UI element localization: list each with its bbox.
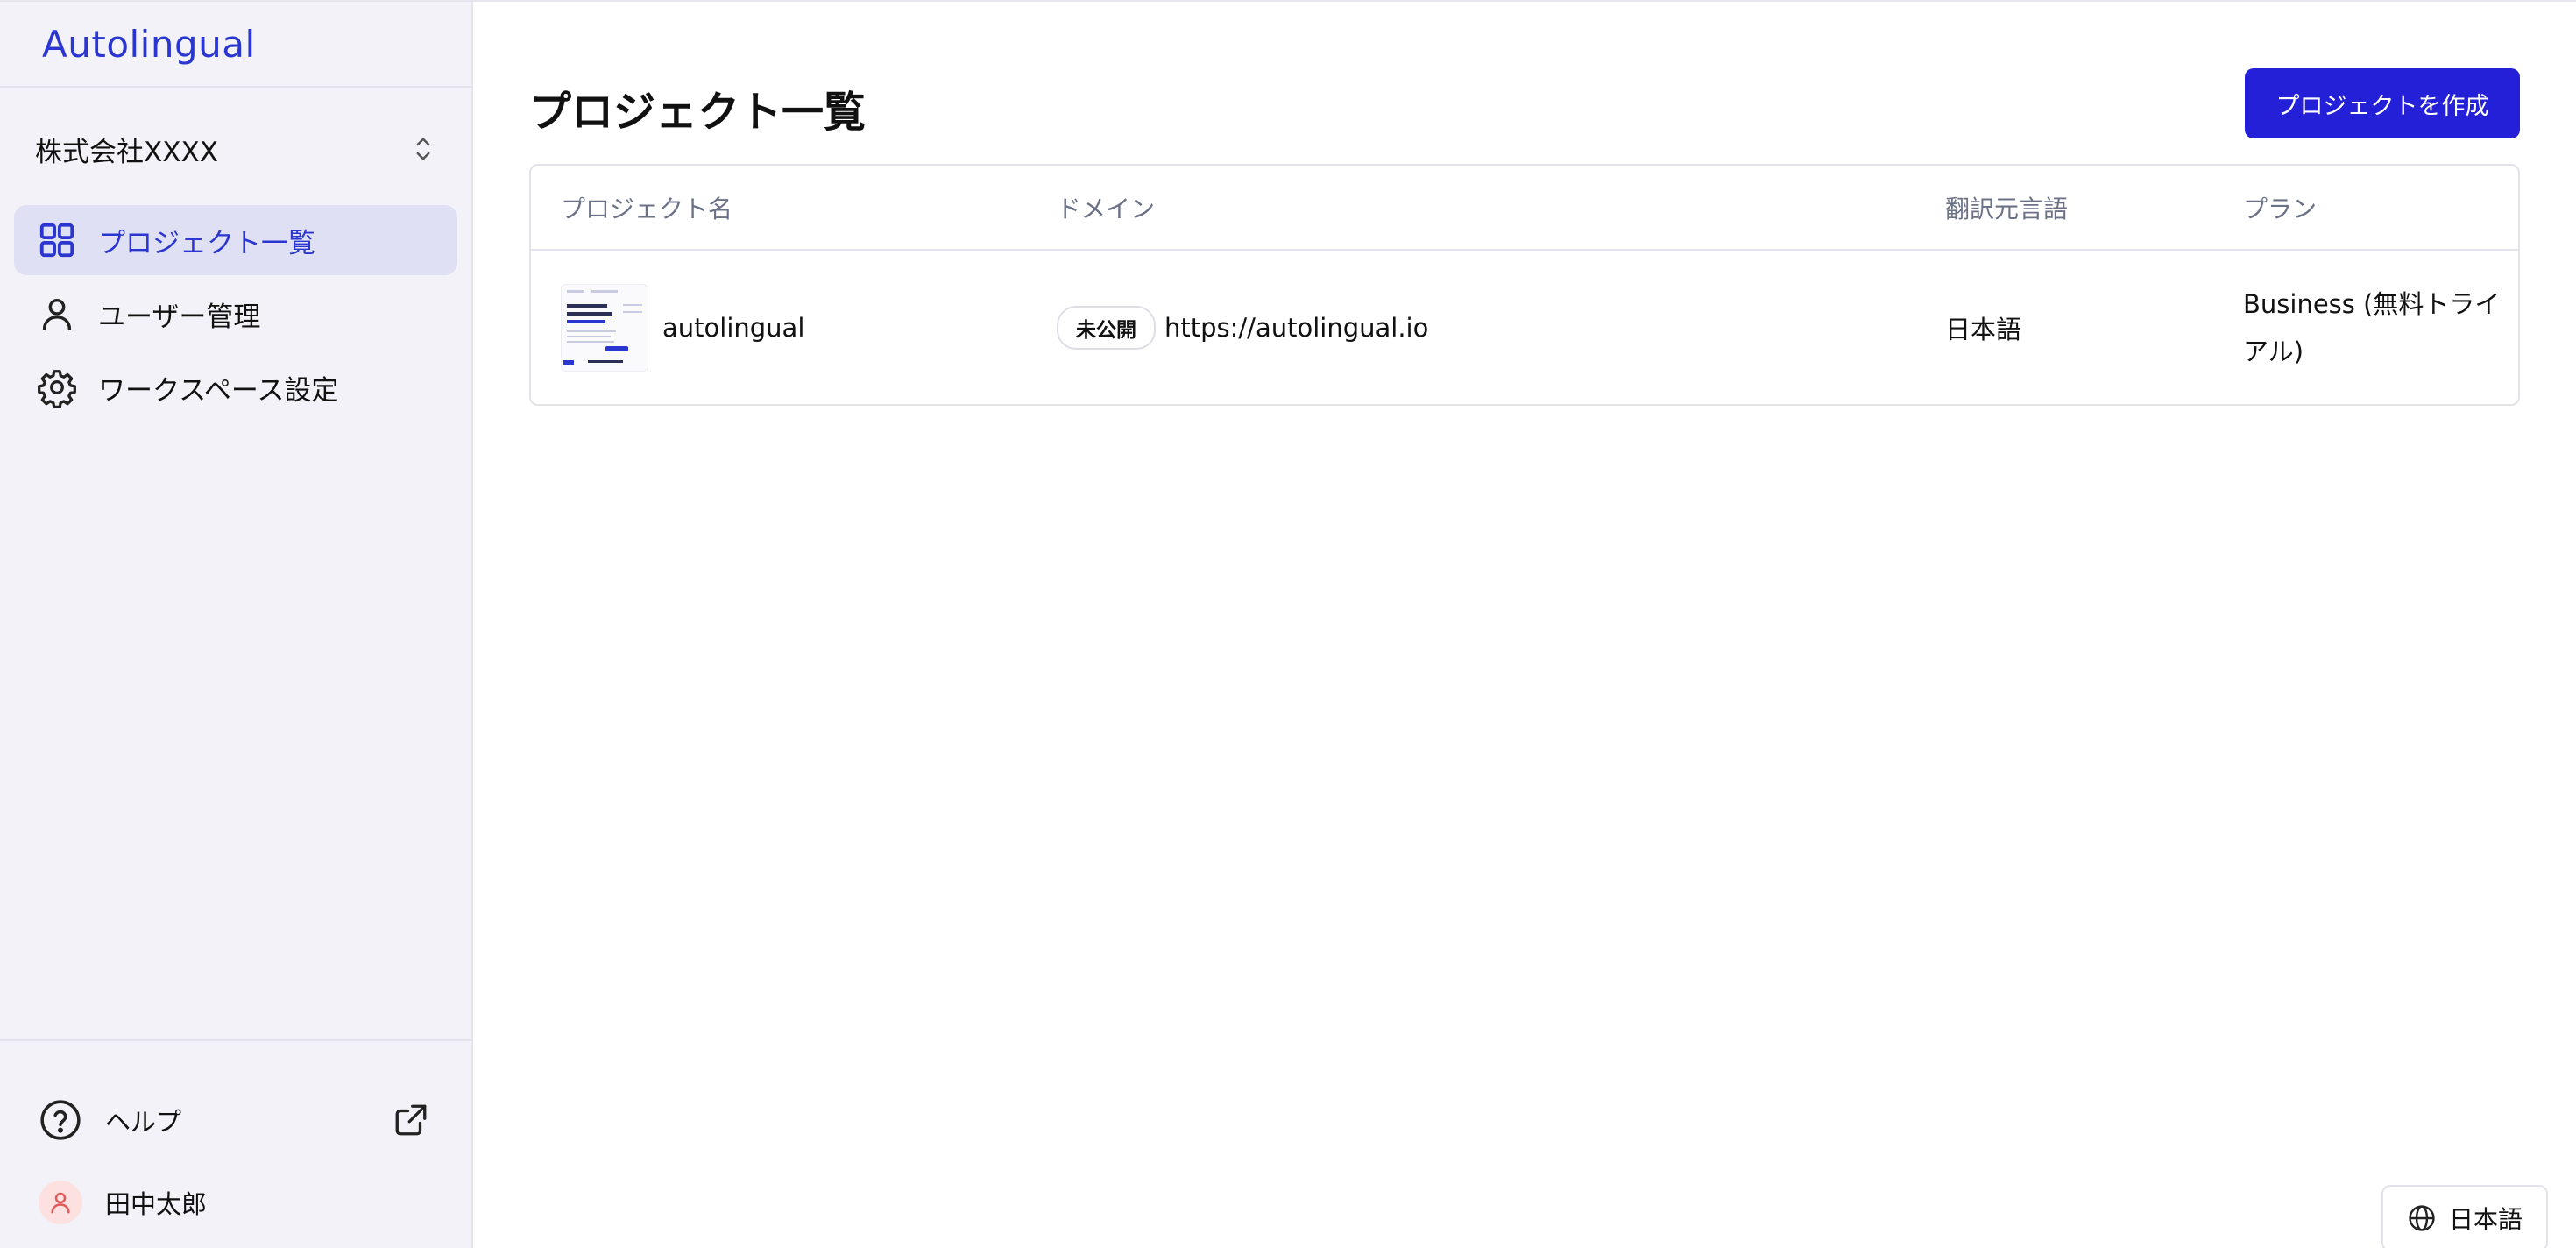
question-circle-icon — [40, 1100, 81, 1140]
app-window: Autolingual 株式会社XXXX プロジェクト一覧 ユーザー管理 ワーク… — [0, 0, 2576, 1248]
sidebar-item-workspace-settings[interactable]: ワークスペース設定 — [14, 352, 457, 422]
avatar — [39, 1181, 82, 1224]
sidebar-footer: ヘルプ 田中太郎 — [0, 1039, 471, 1248]
sidebar-item-projects[interactable]: プロジェクト一覧 — [14, 205, 457, 275]
help-link[interactable]: ヘルプ — [39, 1094, 429, 1146]
main-content: プロジェクト一覧 プロジェクトを作成 プロジェクト名 ドメイン 翻訳元言語 プラ… — [473, 2, 2576, 1248]
workspace-name: 株式会社XXXX — [35, 136, 218, 168]
page-title: プロジェクト一覧 — [529, 88, 867, 137]
domain-cell-content: 未公開 https://autolingual.io — [1057, 305, 1914, 350]
gear-icon — [38, 370, 76, 408]
source-language-cell: 日本語 — [1945, 314, 2022, 344]
language-switcher[interactable]: 日本語 — [2381, 1185, 2548, 1248]
column-header-project-name: プロジェクト名 — [561, 194, 733, 223]
sidebar-item-label: ワークスペース設定 — [98, 374, 339, 407]
project-name-cell: autolingual — [531, 250, 1027, 404]
sidebar: Autolingual 株式会社XXXX プロジェクト一覧 ユーザー管理 ワーク… — [0, 2, 473, 1248]
brand-logo[interactable]: Autolingual — [42, 23, 256, 66]
create-project-button[interactable]: プロジェクトを作成 — [2245, 68, 2520, 138]
plan-cell: Business (無料トライアル) — [2213, 250, 2518, 404]
column-header-source-language: 翻訳元言語 — [1945, 194, 2069, 223]
plan-text: Business (無料トライアル) — [2243, 288, 2501, 366]
chevron-up-down-icon — [416, 138, 430, 160]
language-label: 日本語 — [2448, 1205, 2523, 1234]
external-link-icon[interactable] — [393, 1102, 429, 1138]
domain-url: https://autolingual.io — [1164, 312, 1429, 343]
user-name: 田中太郎 — [105, 1189, 208, 1219]
grid-icon — [39, 223, 74, 258]
sidebar-item-users[interactable]: ユーザー管理 — [14, 279, 457, 349]
table-row[interactable]: autolingual 未公開 https://autolingual.io 日… — [531, 250, 2518, 404]
workspace-switcher[interactable]: 株式会社XXXX — [0, 105, 471, 193]
sidebar-item-label: プロジェクト一覧 — [98, 227, 315, 259]
project-name[interactable]: autolingual — [662, 313, 804, 343]
user-icon — [42, 298, 72, 330]
status-badge: 未公開 — [1057, 305, 1156, 350]
sidebar-item-label: ユーザー管理 — [98, 301, 261, 333]
user-icon — [51, 1192, 70, 1214]
column-header-plan: プラン — [2243, 194, 2318, 223]
projects-table: プロジェクト名 ドメイン 翻訳元言語 プラン autolingual 未公開 h… — [529, 164, 2520, 406]
project-cell: autolingual — [561, 283, 1026, 372]
project-thumbnail — [561, 283, 648, 372]
column-header-domain: ドメイン — [1057, 194, 1156, 223]
help-label: ヘルプ — [105, 1107, 182, 1137]
user-menu[interactable]: 田中太郎 — [39, 1176, 207, 1229]
domain-cell: 未公開 https://autolingual.io — [1027, 250, 1915, 404]
table-header-row: プロジェクト名 ドメイン 翻訳元言語 プラン — [531, 166, 2518, 250]
globe-icon — [2409, 1205, 2435, 1231]
sidebar-nav: プロジェクト一覧 ユーザー管理 ワークスペース設定 — [0, 205, 471, 422]
brand-header: Autolingual — [0, 2, 471, 88]
help-left: ヘルプ — [39, 1098, 181, 1142]
